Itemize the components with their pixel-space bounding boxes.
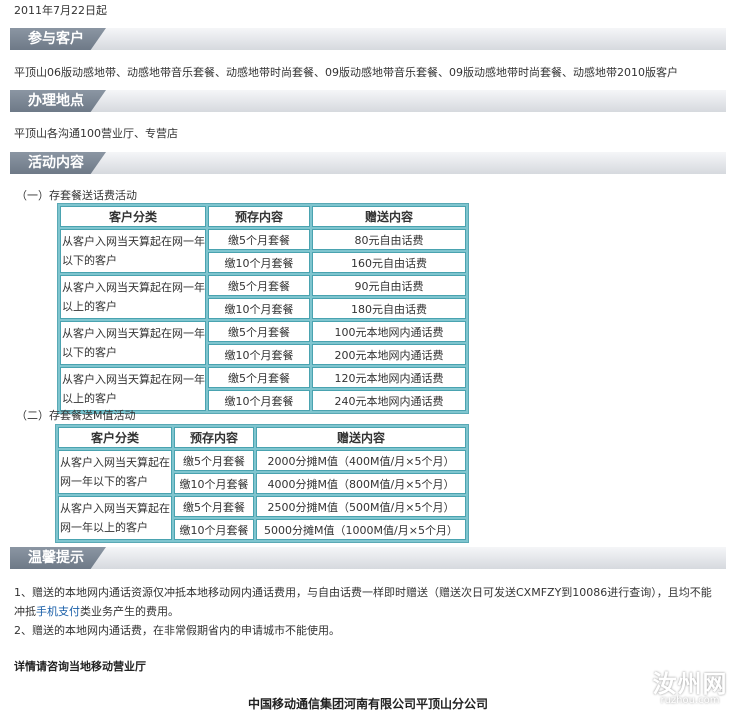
note-2: 2、赠送的本地网内通话费，在非常假期省内的申请城市不能使用。 [14, 624, 340, 637]
deposit-cell: 缴10个月套餐 [208, 344, 310, 365]
mobile-payment-link[interactable]: 手机支付 [36, 605, 80, 618]
section-title: 活动内容 [10, 152, 106, 174]
column-header: 预存内容 [174, 427, 254, 448]
deposit-cell: 缴5个月套餐 [208, 321, 310, 342]
customer-category: 从客户入网当天算起在网一年以下的客户 [60, 321, 206, 365]
activity2-table: 客户分类 预存内容 赠送内容 从客户入网当天算起在网一年以下的客户 缴5个月套餐 2000… [55, 424, 469, 543]
table-row: 从客户入网当天算起在网一年以下的客户 缴5个月套餐 2000分摊M值（400M值/月… [58, 450, 466, 494]
column-header: 预存内容 [208, 206, 310, 227]
section-header-customers: 参与客户 [10, 28, 726, 50]
gift-cell: 2500分摊M值（500M值/月×5个月） [256, 496, 466, 517]
table-row: 从客户入网当天算起在网一年以上的客户 缴5个月套餐 120元本地网内通话费 [60, 367, 466, 411]
section-title: 温馨提示 [10, 547, 106, 569]
gift-cell: 160元自由话费 [312, 252, 466, 273]
gift-cell: 180元自由话费 [312, 298, 466, 319]
deposit-cell: 缴10个月套餐 [174, 473, 254, 494]
column-header: 客户分类 [58, 427, 172, 448]
table-row: 从客户入网当天算起在网一年以上的客户 缴5个月套餐 2500分摊M值（500M值/月… [58, 496, 466, 540]
section-header-activity: 活动内容 [10, 152, 726, 174]
deposit-cell: 缴5个月套餐 [208, 367, 310, 388]
deposit-cell: 缴10个月套餐 [208, 298, 310, 319]
column-header: 客户分类 [60, 206, 206, 227]
watermark-logo: 汝州网 ruzhou.com [652, 670, 728, 706]
gift-cell: 2000分摊M值（400M值/月×5个月） [256, 450, 466, 471]
customer-category: 从客户入网当天算起在网一年以上的客户 [60, 367, 206, 411]
column-header: 赠送内容 [256, 427, 466, 448]
deposit-cell: 缴5个月套餐 [208, 275, 310, 296]
activity2-title: （二）存套餐送M值活动 [16, 409, 136, 422]
effective-date: 2011年7月22日起 [14, 4, 107, 17]
section-title: 参与客户 [10, 28, 106, 50]
section-header-tips: 温馨提示 [10, 547, 726, 569]
customers-text: 平顶山06版动感地带、动感地带音乐套餐、动感地带时尚套餐、09版动感地带音乐套餐… [14, 66, 678, 79]
deposit-cell: 缴10个月套餐 [208, 252, 310, 273]
gift-cell: 240元本地网内通话费 [312, 390, 466, 411]
gift-cell: 200元本地网内通话费 [312, 344, 466, 365]
footer-company: 中国移动通信集团河南有限公司平顶山分公司 [247, 697, 488, 711]
deposit-cell: 缴5个月套餐 [174, 496, 254, 517]
gift-cell: 4000分摊M值（800M值/月×5个月） [256, 473, 466, 494]
gift-cell: 120元本地网内通话费 [312, 367, 466, 388]
note-1: 1、赠送的本地网内通话资源仅冲抵本地移动网内通话费用，与自由话费一样即时赠送（赠… [14, 583, 714, 621]
note-1-tail: 类业务产生的费用。 [80, 605, 179, 618]
deposit-cell: 缴10个月套餐 [174, 519, 254, 540]
section-title: 办理地点 [10, 90, 106, 112]
customer-category: 从客户入网当天算起在网一年以下的客户 [60, 229, 206, 273]
gift-cell: 100元本地网内通话费 [312, 321, 466, 342]
deposit-cell: 缴5个月套餐 [208, 229, 310, 250]
table-row: 从客户入网当天算起在网一年以上的客户 缴5个月套餐 90元自由话费 [60, 275, 466, 319]
consult-text: 详情请咨询当地移动营业厅 [14, 660, 146, 673]
notes: 1、赠送的本地网内通话资源仅冲抵本地移动网内通话费用，与自由话费一样即时赠送（赠… [14, 583, 714, 640]
table-row: 从客户入网当天算起在网一年以下的客户 缴5个月套餐 100元本地网内通话费 [60, 321, 466, 365]
deposit-cell: 缴5个月套餐 [174, 450, 254, 471]
activity1-title: （一）存套餐送话费活动 [16, 189, 137, 202]
gift-cell: 90元自由话费 [312, 275, 466, 296]
activity1-table: 客户分类 预存内容 赠送内容 从客户入网当天算起在网一年以下的客户 缴5个月套餐 80元自… [57, 203, 469, 414]
column-header: 赠送内容 [312, 206, 466, 227]
customer-category: 从客户入网当天算起在网一年以上的客户 [58, 496, 172, 540]
gift-cell: 80元自由话费 [312, 229, 466, 250]
gift-cell: 5000分摊M值（1000M值/月×5个月） [256, 519, 466, 540]
section-header-locations: 办理地点 [10, 90, 726, 112]
table-row: 从客户入网当天算起在网一年以下的客户 缴5个月套餐 80元自由话费 [60, 229, 466, 273]
locations-text: 平顶山各沟通100营业厅、专营店 [14, 127, 178, 140]
deposit-cell: 缴10个月套餐 [208, 390, 310, 411]
customer-category: 从客户入网当天算起在网一年以下的客户 [58, 450, 172, 494]
customer-category: 从客户入网当天算起在网一年以上的客户 [60, 275, 206, 319]
